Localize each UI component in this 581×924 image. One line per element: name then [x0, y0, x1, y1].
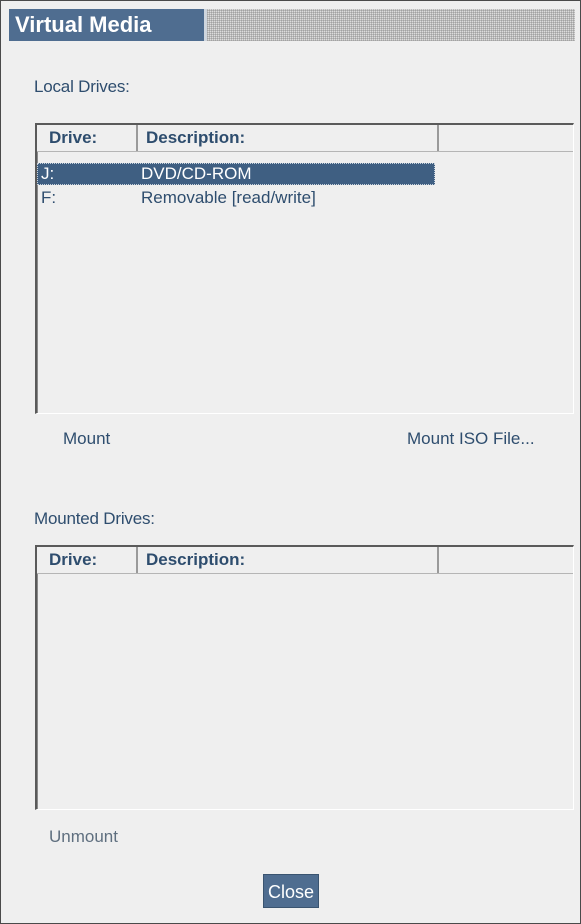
window-title: Virtual Media [9, 9, 207, 41]
drive-description: Removable [read/write] [141, 188, 316, 207]
drive-description: DVD/CD-ROM [141, 164, 252, 183]
column-header-drive[interactable]: Drive: [37, 125, 138, 151]
local-drive-row-f[interactable]: F: Removable [read/write] [37, 187, 435, 209]
mounted-drives-label: Mounted Drives: [34, 509, 155, 528]
mount-button[interactable]: Mount [63, 429, 110, 449]
mount-iso-file-button[interactable]: Mount ISO File... [407, 429, 535, 449]
title-bar: Virtual Media [9, 9, 575, 41]
column-header-drive[interactable]: Drive: [37, 547, 138, 573]
local-drives-label: Local Drives: [34, 77, 130, 96]
local-drives-list[interactable]: Drive: Description: J: DVD/CD-ROM F: Rem… [35, 123, 574, 414]
column-header-description[interactable]: Description: [138, 125, 439, 151]
local-drives-header: Drive: Description: [37, 125, 573, 152]
column-header-description[interactable]: Description: [138, 547, 439, 573]
column-header-extra[interactable] [439, 125, 571, 151]
unmount-button[interactable]: Unmount [49, 827, 118, 847]
mounted-drives-list[interactable]: Drive: Description: [35, 545, 574, 810]
virtual-media-window: Virtual Media Local Drives: Drive: Descr… [0, 0, 581, 924]
mounted-drives-header: Drive: Description: [37, 547, 573, 574]
local-drive-row-j[interactable]: J: DVD/CD-ROM [37, 163, 435, 185]
drive-letter: J: [41, 164, 55, 183]
close-button[interactable]: Close [263, 874, 319, 908]
column-header-extra[interactable] [439, 547, 571, 573]
drive-letter: F: [41, 188, 57, 207]
